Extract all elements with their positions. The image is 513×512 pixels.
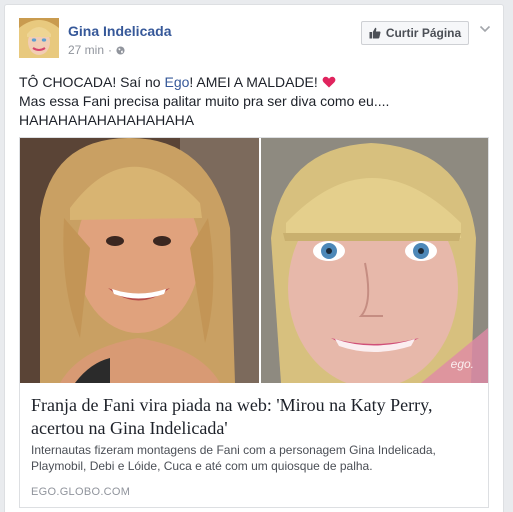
post-text-segment: ! AMEI A MALDADE!	[189, 74, 322, 90]
page-avatar[interactable]	[19, 18, 59, 58]
like-page-label: Curtir Página	[385, 26, 462, 40]
post-text-line-3: HAHAHAHAHAHAHAHAHA	[19, 112, 195, 128]
heart-icon	[322, 76, 336, 88]
gina-montage-photo	[261, 138, 488, 383]
like-page-button[interactable]: Curtir Página	[361, 21, 469, 45]
chevron-down-icon[interactable]	[479, 23, 491, 35]
page-name-link[interactable]: Gina Indelicada	[68, 23, 171, 39]
ego-watermark: ego.	[450, 357, 474, 371]
link-description: Internautas fizeram montagens de Fani co…	[31, 443, 436, 473]
thumbs-up-icon	[369, 27, 381, 39]
post-meta: 27 min ·	[68, 43, 125, 57]
post-text-line-1: TÔ CHOCADA! Saí no Ego! AMEI A MALDADE!	[19, 73, 489, 92]
link-title[interactable]: Franja de Fani vira piada na web: 'Mirou…	[31, 394, 481, 440]
post-card: Gina Indelicada 27 min · Curtir Página T…	[4, 4, 504, 512]
post-text-line-2: Mas essa Fani precisa palitar muito pra …	[19, 93, 390, 109]
meta-separator: ·	[108, 43, 113, 57]
fani-photo	[20, 138, 259, 383]
gina-avatar-icon	[19, 18, 59, 58]
post-time[interactable]: 27 min	[68, 43, 104, 57]
link-domain: EGO.GLOBO.COM	[31, 486, 131, 498]
ego-link[interactable]: Ego	[164, 74, 189, 90]
post-text-segment: TÔ CHOCADA! Saí no	[19, 74, 165, 90]
globe-icon[interactable]	[116, 45, 125, 55]
attachment-image[interactable]: ego.	[20, 138, 488, 383]
link-attachment[interactable]: ego. Franja de Fani vira piada na web: '…	[19, 137, 489, 508]
post-text: TÔ CHOCADA! Saí no Ego! AMEI A MALDADE! …	[19, 73, 489, 130]
